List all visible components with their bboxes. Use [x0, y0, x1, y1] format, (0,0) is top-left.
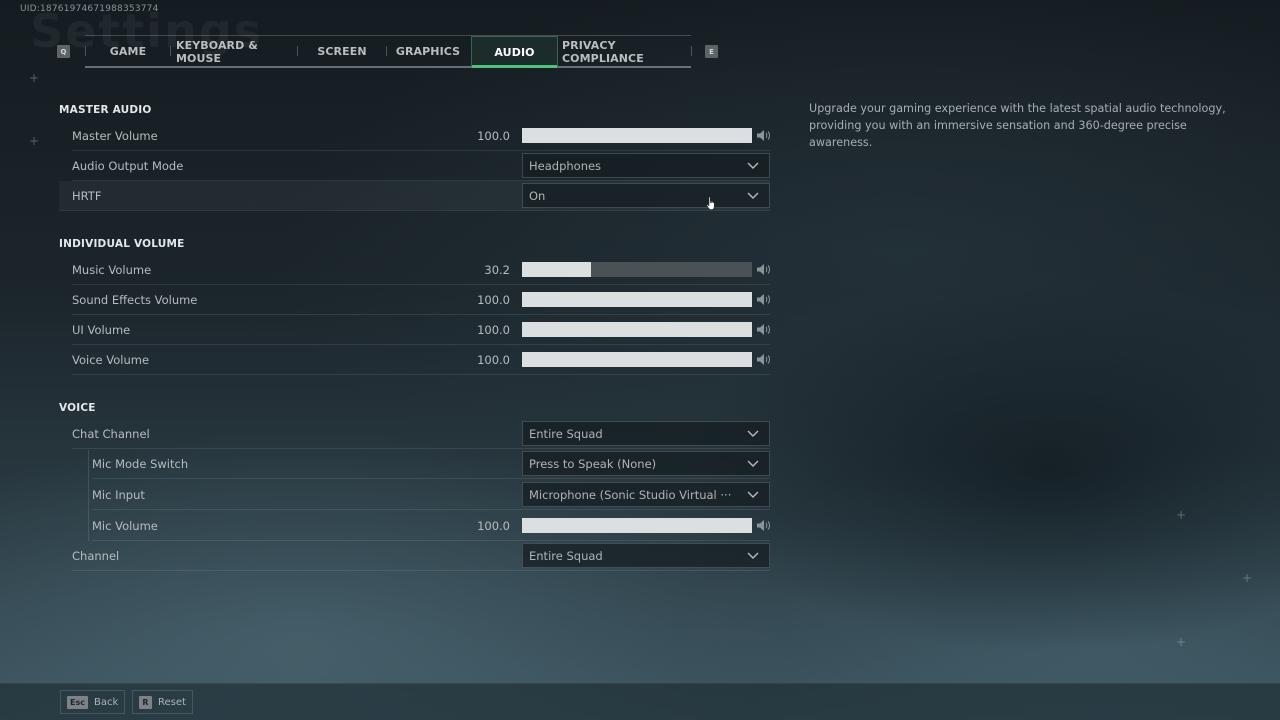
speaker-icon[interactable] — [756, 519, 770, 532]
setting-label: Master Volume — [72, 129, 158, 143]
dropdown-value: Headphones — [529, 158, 602, 173]
next-tab-key[interactable]: E — [705, 45, 718, 58]
speaker-icon[interactable] — [756, 323, 770, 336]
setting-label: Mic Mode Switch — [92, 457, 189, 471]
voice-volume-slider[interactable] — [522, 352, 752, 367]
crosshair-decoration: + — [1242, 571, 1253, 585]
slider-fill — [522, 262, 592, 277]
speaker-icon[interactable] — [756, 263, 770, 276]
r-key: R — [139, 695, 152, 709]
crosshair-decoration: + — [29, 134, 40, 148]
mic-volume-slider[interactable] — [522, 518, 752, 533]
setting-label: HRTF — [72, 189, 102, 203]
setting-description: Upgrade your gaming experience with the … — [809, 102, 1226, 149]
setting-row-voice-volume: Voice Volume 100.0 — [72, 345, 770, 375]
tab-separator — [386, 46, 387, 56]
setting-label: Mic Volume — [92, 519, 158, 533]
audio-output-mode-dropdown[interactable]: Headphones — [522, 153, 770, 178]
setting-label: Music Volume — [72, 263, 152, 277]
setting-row-audio-output-mode: Audio Output Mode Headphones — [72, 151, 770, 181]
setting-row-ui-volume: UI Volume 100.0 — [72, 315, 770, 345]
slider-fill — [522, 518, 752, 533]
channel-dropdown[interactable]: Entire Squad — [522, 543, 770, 568]
hand-cursor-icon — [706, 196, 715, 210]
setting-label: UI Volume — [72, 323, 131, 337]
tab-separator — [691, 46, 692, 56]
setting-row-mic-input: Mic Input Microphone (Sonic Studio Virtu… — [92, 480, 770, 510]
chevron-down-icon — [747, 430, 759, 437]
crosshair-decoration: + — [29, 71, 40, 85]
setting-label: Sound Effects Volume — [72, 293, 198, 307]
master-volume-slider[interactable] — [522, 128, 752, 143]
tab-separator — [85, 46, 86, 56]
reset-label: Reset — [158, 696, 186, 708]
chevron-down-icon — [747, 491, 759, 498]
tab-graphics[interactable]: GRAPHICS — [392, 36, 464, 67]
setting-label: Mic Input — [92, 488, 145, 502]
chevron-down-icon — [747, 552, 759, 559]
back-label: Back — [93, 696, 119, 708]
dropdown-value: Microphone (Sonic Studio Virtual ··· — [529, 487, 732, 502]
setting-label: Voice Volume — [72, 353, 150, 367]
ui-volume-slider[interactable] — [522, 322, 752, 337]
setting-value: 100.0 — [477, 323, 510, 337]
slider-fill — [522, 352, 752, 367]
prev-tab-key[interactable]: Q — [57, 45, 70, 58]
setting-row-sound-effects-volume: Sound Effects Volume 100.0 — [72, 285, 770, 315]
crosshair-decoration: + — [1176, 508, 1187, 522]
hrtf-dropdown[interactable]: On — [522, 183, 770, 208]
back-button[interactable]: Esc Back — [60, 690, 126, 714]
sound-effects-volume-slider[interactable] — [522, 292, 752, 307]
mic-input-dropdown[interactable]: Microphone (Sonic Studio Virtual ··· — [522, 482, 770, 507]
tab-audio[interactable]: AUDIO — [471, 36, 558, 68]
chevron-down-icon — [747, 460, 759, 467]
slider-fill — [522, 322, 752, 337]
slider-fill — [522, 292, 752, 307]
section-title-voice: VOICE — [59, 402, 96, 414]
section-title-master-audio: MASTER AUDIO — [59, 104, 152, 116]
setting-row-channel: Channel Entire Squad — [72, 541, 770, 571]
tab-separator — [170, 46, 171, 56]
dropdown-value: Entire Squad — [529, 548, 603, 563]
tab-separator — [297, 46, 298, 56]
indent-rail — [88, 450, 89, 541]
dropdown-value: On — [529, 188, 546, 203]
setting-row-chat-channel: Chat Channel Entire Squad — [72, 419, 770, 449]
speaker-icon[interactable] — [756, 353, 770, 366]
setting-value: 100.0 — [477, 129, 510, 143]
setting-row-hrtf: HRTF On — [59, 181, 770, 211]
tab-privacy-compliance[interactable]: PRIVACY COMPLIANCE — [562, 36, 688, 67]
dropdown-value: Press to Speak (None) — [529, 456, 657, 471]
tab-screen[interactable]: SCREEN — [306, 36, 378, 67]
setting-value: 100.0 — [477, 293, 510, 307]
section-title-individual-volume: INDIVIDUAL VOLUME — [59, 238, 185, 250]
setting-value: 30.2 — [484, 263, 510, 277]
uid-label: UID:18761974671988353774 — [20, 4, 159, 14]
setting-label: Channel — [72, 549, 120, 563]
slider-fill — [522, 128, 752, 143]
music-volume-slider[interactable] — [522, 262, 752, 277]
setting-value: 100.0 — [477, 519, 510, 533]
chevron-down-icon — [747, 162, 759, 169]
chevron-down-icon — [747, 192, 759, 199]
setting-row-mic-volume: Mic Volume 100.0 — [92, 511, 770, 541]
setting-label: Audio Output Mode — [72, 159, 184, 173]
setting-value: 100.0 — [477, 353, 510, 367]
mic-mode-switch-dropdown[interactable]: Press to Speak (None) — [522, 451, 770, 476]
chat-channel-dropdown[interactable]: Entire Squad — [522, 421, 770, 446]
setting-row-music-volume: Music Volume 30.2 — [72, 255, 770, 285]
speaker-icon[interactable] — [756, 293, 770, 306]
tab-keyboard-mouse[interactable]: KEYBOARD & MOUSE — [176, 36, 294, 67]
setting-row-master-volume: Master Volume 100.0 — [72, 121, 770, 151]
speaker-icon[interactable] — [756, 129, 770, 142]
dropdown-value: Entire Squad — [529, 426, 603, 441]
reset-button[interactable]: R Reset — [132, 690, 193, 714]
setting-label: Chat Channel — [72, 427, 150, 441]
crosshair-decoration: + — [1176, 635, 1187, 649]
tab-game[interactable]: GAME — [98, 36, 158, 67]
esc-key: Esc — [67, 695, 88, 709]
setting-row-mic-mode-switch: Mic Mode Switch Press to Speak (None) — [92, 449, 770, 479]
